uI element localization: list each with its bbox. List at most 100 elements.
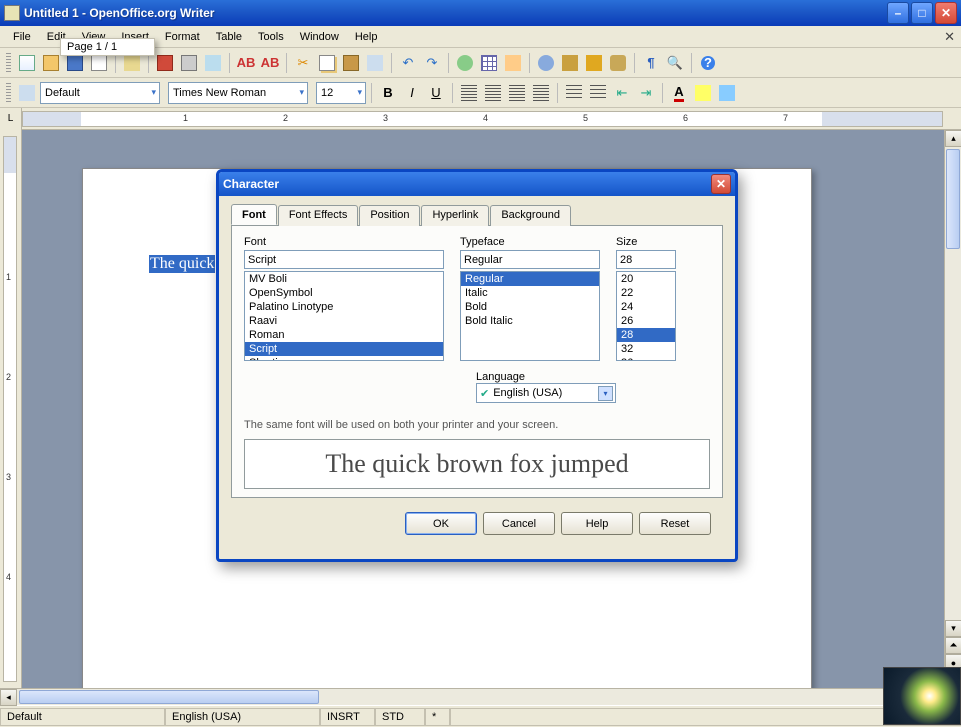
cut-icon[interactable]: ✂ xyxy=(292,52,314,74)
table-icon[interactable] xyxy=(478,52,500,74)
menu-tools[interactable]: Tools xyxy=(251,29,291,45)
format-paintbrush-icon[interactable] xyxy=(364,52,386,74)
highlight-icon[interactable] xyxy=(692,82,714,104)
paragraph-style-dropdown[interactable]: Default ▾ xyxy=(40,82,160,104)
scroll-thumb[interactable] xyxy=(19,690,319,704)
list-item[interactable]: Script xyxy=(245,342,443,356)
scroll-thumb[interactable] xyxy=(946,149,960,249)
scroll-down-icon[interactable]: ▾ xyxy=(945,620,961,637)
close-button[interactable]: ✕ xyxy=(935,2,957,24)
open-icon[interactable] xyxy=(40,52,62,74)
undo-icon[interactable]: ↶ xyxy=(397,52,419,74)
spellcheck-icon[interactable]: AB xyxy=(235,52,257,74)
help-icon[interactable]: ? xyxy=(697,52,719,74)
help-button[interactable]: Help xyxy=(561,512,633,535)
horizontal-scrollbar[interactable]: ◂ ▸ xyxy=(0,688,961,705)
list-item[interactable]: 22 xyxy=(617,286,675,300)
vertical-scrollbar[interactable]: ▴ ▾ ⏶ ● ⏷ xyxy=(944,130,961,688)
toolbar-grip[interactable] xyxy=(6,53,11,73)
menu-format[interactable]: Format xyxy=(158,29,207,45)
bullet-list-icon[interactable] xyxy=(587,82,609,104)
list-item[interactable]: Italic xyxy=(461,286,599,300)
ok-button[interactable]: OK xyxy=(405,512,477,535)
horizontal-ruler[interactable]: L 1 2 3 4 5 6 7 xyxy=(0,108,961,130)
vertical-ruler[interactable]: 1 2 3 4 xyxy=(0,130,22,688)
print-preview-icon[interactable] xyxy=(202,52,224,74)
status-style[interactable]: Default xyxy=(0,708,165,726)
datasources-icon[interactable] xyxy=(607,52,629,74)
list-item[interactable]: Shruti xyxy=(245,356,443,361)
list-item[interactable]: 24 xyxy=(617,300,675,314)
gallery-icon[interactable] xyxy=(583,52,605,74)
print-icon[interactable] xyxy=(178,52,200,74)
size-input[interactable] xyxy=(616,250,676,269)
scroll-left-icon[interactable]: ◂ xyxy=(0,689,17,706)
size-listbox[interactable]: 20 22 24 26 28 32 36 xyxy=(616,271,676,361)
minimize-button[interactable]: – xyxy=(887,2,909,24)
font-name-dropdown[interactable]: Times New Roman ▾ xyxy=(168,82,308,104)
align-justify-icon[interactable] xyxy=(530,82,552,104)
tab-font[interactable]: Font xyxy=(231,204,277,225)
find-icon[interactable] xyxy=(535,52,557,74)
menu-file[interactable]: File xyxy=(6,29,38,45)
font-input[interactable] xyxy=(244,250,444,269)
hyperlink-icon[interactable] xyxy=(454,52,476,74)
list-item[interactable]: Regular xyxy=(461,272,599,286)
list-item[interactable]: OpenSymbol xyxy=(245,286,443,300)
copy-icon[interactable] xyxy=(316,52,338,74)
cancel-button[interactable]: Cancel xyxy=(483,512,555,535)
list-item[interactable]: Bold Italic xyxy=(461,314,599,328)
decrease-indent-icon[interactable]: ⇤ xyxy=(611,82,633,104)
list-item[interactable]: 36 xyxy=(617,356,675,361)
pdf-export-icon[interactable] xyxy=(154,52,176,74)
typeface-listbox[interactable]: Regular Italic Bold Bold Italic xyxy=(460,271,600,361)
autospell-icon[interactable]: AB xyxy=(259,52,281,74)
menu-help[interactable]: Help xyxy=(348,29,385,45)
paste-icon[interactable] xyxy=(340,52,362,74)
new-icon[interactable] xyxy=(16,52,38,74)
status-page[interactable]: Page 1 / 1 xyxy=(60,38,155,56)
menu-window[interactable]: Window xyxy=(293,29,346,45)
status-insert[interactable]: INSRT xyxy=(320,708,375,726)
tab-position[interactable]: Position xyxy=(359,205,420,226)
increase-indent-icon[interactable]: ⇥ xyxy=(635,82,657,104)
status-modified[interactable]: * xyxy=(425,708,450,726)
list-item[interactable]: MV Boli xyxy=(245,272,443,286)
font-size-dropdown[interactable]: 12 ▾ xyxy=(316,82,366,104)
nonprinting-icon[interactable]: ¶ xyxy=(640,52,662,74)
list-item[interactable]: Roman xyxy=(245,328,443,342)
italic-button[interactable]: I xyxy=(401,82,423,104)
document-text[interactable]: The quick xyxy=(149,255,215,273)
zoom-icon[interactable]: 🔍 xyxy=(664,52,686,74)
list-item[interactable]: 32 xyxy=(617,342,675,356)
list-item[interactable]: Bold xyxy=(461,300,599,314)
numbered-list-icon[interactable] xyxy=(563,82,585,104)
styles-icon[interactable] xyxy=(16,82,38,104)
show-draw-icon[interactable] xyxy=(502,52,524,74)
list-item[interactable]: Palatino Linotype xyxy=(245,300,443,314)
list-item[interactable]: Raavi xyxy=(245,314,443,328)
document-close-icon[interactable]: ✕ xyxy=(944,29,955,45)
bold-button[interactable]: B xyxy=(377,82,399,104)
underline-button[interactable]: U xyxy=(425,82,447,104)
redo-icon[interactable]: ↷ xyxy=(421,52,443,74)
prev-page-icon[interactable]: ⏶ xyxy=(945,637,961,654)
language-dropdown[interactable]: ✔ English (USA) ▾ xyxy=(476,383,616,403)
list-item[interactable]: 26 xyxy=(617,314,675,328)
toolbar-grip[interactable] xyxy=(6,83,11,103)
tab-background[interactable]: Background xyxy=(490,205,571,226)
tab-hyperlink[interactable]: Hyperlink xyxy=(421,205,489,226)
typeface-input[interactable] xyxy=(460,250,600,269)
align-center-icon[interactable] xyxy=(482,82,504,104)
tab-font-effects[interactable]: Font Effects xyxy=(278,205,359,226)
ruler-corner[interactable]: L xyxy=(0,108,22,130)
navigator-icon[interactable] xyxy=(559,52,581,74)
dialog-close-button[interactable]: ✕ xyxy=(711,174,731,194)
list-item[interactable]: 28 xyxy=(617,328,675,342)
maximize-button[interactable]: □ xyxy=(911,2,933,24)
font-listbox[interactable]: MV Boli OpenSymbol Palatino Linotype Raa… xyxy=(244,271,444,361)
reset-button[interactable]: Reset xyxy=(639,512,711,535)
dialog-titlebar[interactable]: Character ✕ xyxy=(219,172,735,196)
align-right-icon[interactable] xyxy=(506,82,528,104)
status-selection-mode[interactable]: STD xyxy=(375,708,425,726)
